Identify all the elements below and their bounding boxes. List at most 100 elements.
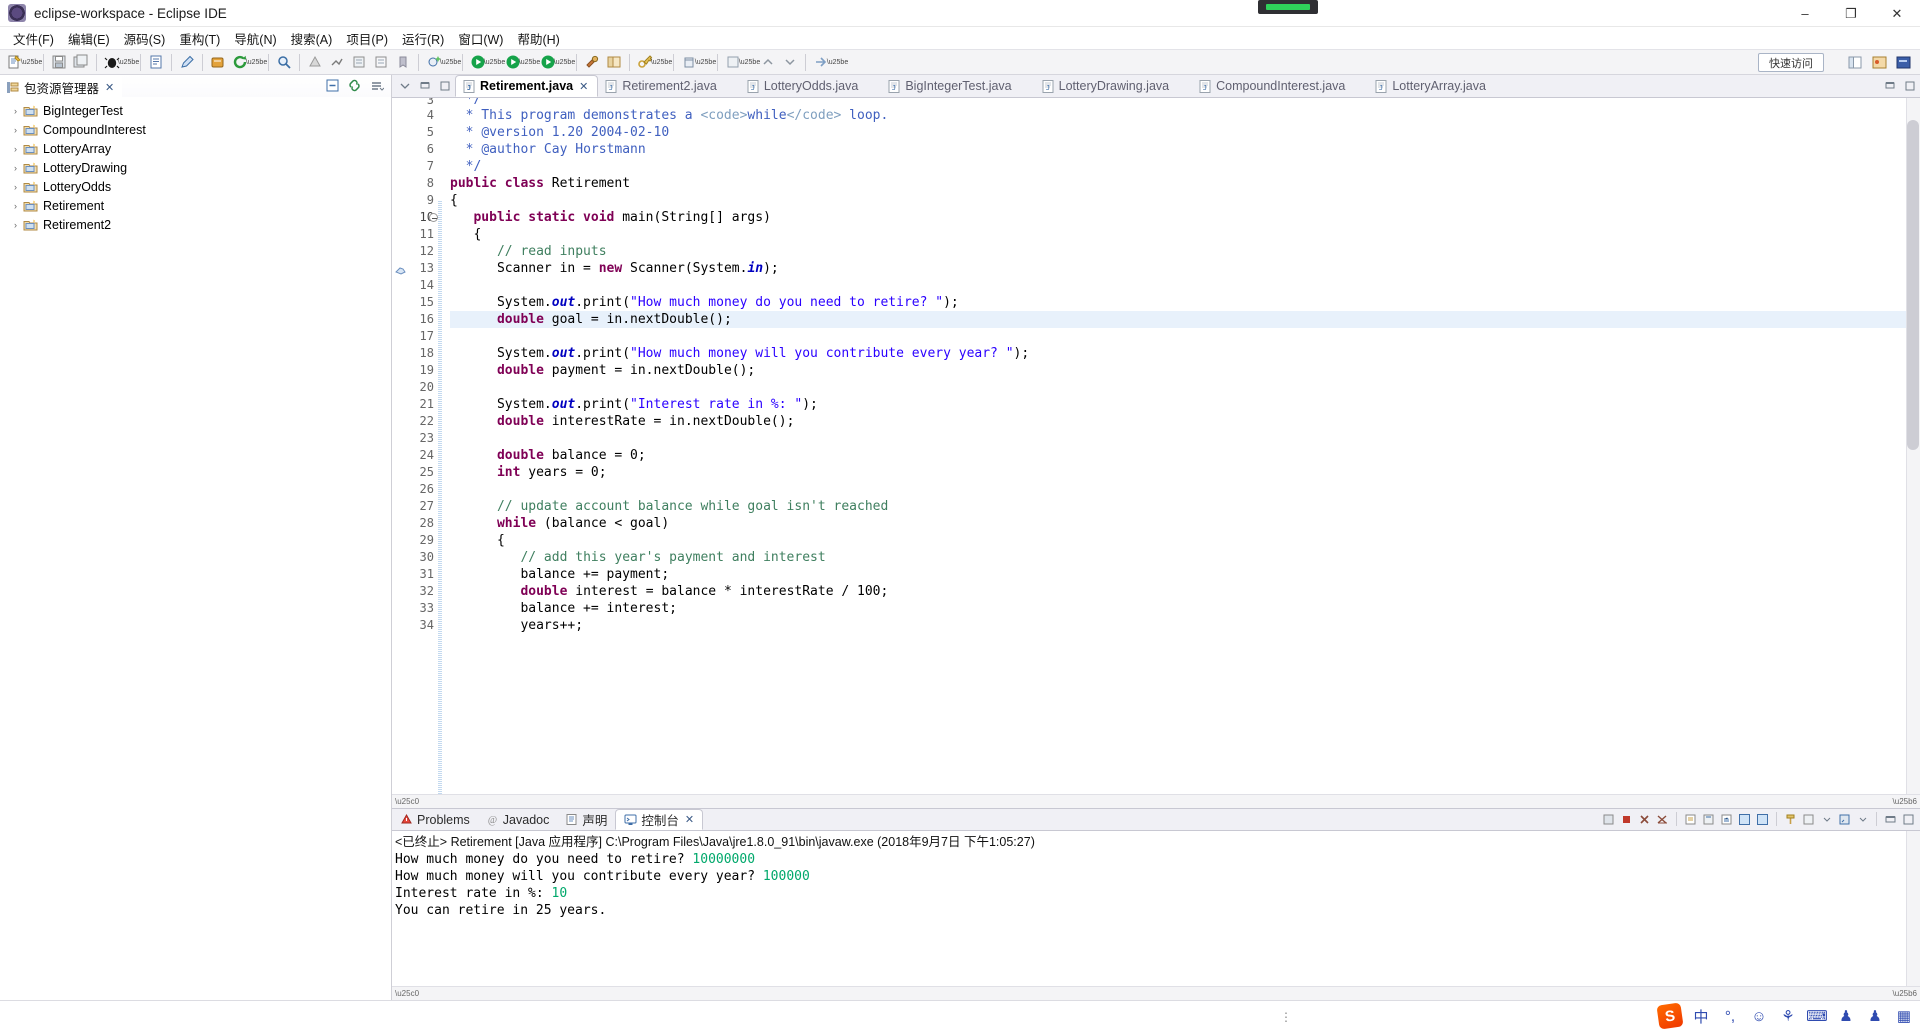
editor-tab-retirement[interactable]: J Retirement.java ✕ xyxy=(455,75,599,97)
sogou-ime-logo[interactable]: S xyxy=(1656,1002,1684,1030)
open-console-icon[interactable] xyxy=(1837,811,1852,827)
code-line[interactable]: years++; xyxy=(450,617,1920,634)
scroll-left-icon[interactable]: \u25c0 xyxy=(395,797,419,806)
key-dropdown-icon[interactable]: \u25be xyxy=(651,52,672,72)
bookmark-icon[interactable] xyxy=(393,52,413,72)
minimize-console-icon[interactable] xyxy=(1883,811,1898,827)
console-vertical-scrollbar[interactable] xyxy=(1906,831,1920,986)
code-line[interactable]: // add this year's payment and interest xyxy=(450,549,1920,566)
tree-item-compoundinterest[interactable]: › CompoundInterest xyxy=(0,120,391,139)
remove-all-launches-icon[interactable] xyxy=(1655,811,1670,827)
menu-help[interactable]: 帮助(H) xyxy=(510,27,566,50)
tree-item-retirement2[interactable]: › Retirement2 xyxy=(0,215,391,234)
remove-launch-icon[interactable] xyxy=(1637,811,1652,827)
run-history-dropdown-icon[interactable]: \u25be xyxy=(519,52,540,72)
next-annotation-icon[interactable] xyxy=(327,52,347,72)
ime-user[interactable]: ♟ xyxy=(1836,1005,1856,1027)
menu-source[interactable]: 源码(S) xyxy=(117,27,173,50)
close-button[interactable]: ✕ xyxy=(1874,0,1920,27)
menu-search[interactable]: 搜索(A) xyxy=(284,27,340,50)
ime-voice-input[interactable]: ⚘ xyxy=(1778,1005,1798,1027)
fold-collapse-icon[interactable] xyxy=(429,213,438,222)
close-icon[interactable]: ✕ xyxy=(105,81,114,94)
refresh-dropdown-icon[interactable]: \u25be xyxy=(246,52,267,72)
code-line[interactable]: Scanner in = new Scanner(System.in); xyxy=(450,260,1920,277)
console-dropdown-icon[interactable] xyxy=(1819,811,1834,827)
code-line[interactable]: while (balance < goal) xyxy=(450,515,1920,532)
ime-soft-keyboard[interactable]: ⌨ xyxy=(1806,1005,1828,1027)
open-perspective-button[interactable] xyxy=(1845,53,1866,72)
show-console-on-error-icon[interactable] xyxy=(1755,811,1770,827)
console-tab-close-icon[interactable]: ✕ xyxy=(685,813,694,826)
code-line[interactable]: public static void main(String[] args) xyxy=(450,209,1920,226)
expand-arrow-icon[interactable]: › xyxy=(8,144,23,154)
save-icon[interactable] xyxy=(49,52,69,72)
code-line[interactable]: double balance = 0; xyxy=(450,447,1920,464)
previous-annotation-icon[interactable] xyxy=(758,52,778,72)
expand-arrow-icon[interactable]: › xyxy=(8,182,23,192)
marker-icon[interactable] xyxy=(395,263,406,275)
menu-refactor[interactable]: 重构(T) xyxy=(172,27,227,50)
view-menu-icon[interactable] xyxy=(368,77,385,94)
editor-tab-lotteryodds[interactable]: J LotteryOdds.java xyxy=(739,75,882,97)
search-declarations-dropdown-icon[interactable]: \u25be xyxy=(739,52,760,72)
code-line[interactable]: balance += payment; xyxy=(450,566,1920,583)
view-menu-chevron-icon[interactable] xyxy=(398,79,411,92)
minimize-view-icon[interactable] xyxy=(418,79,431,92)
editor-tab-bigintegertest[interactable]: J BigIntegerTest.java xyxy=(881,75,1035,97)
code-line[interactable] xyxy=(450,481,1920,498)
console-tab-javadoc[interactable]: @ Javadoc xyxy=(478,809,558,830)
console-tab-console[interactable]: 控制台 ✕ xyxy=(615,809,704,830)
status-resize-handle[interactable]: ⋮ xyxy=(1280,1010,1293,1024)
java-source-editor[interactable]: 3 4 5 6 7 8 9 10 11 12 13 14 15 16 17 18 19 20 21 22 23 24 25 2… xyxy=(392,98,1920,808)
maximize-editor-icon[interactable] xyxy=(1903,79,1916,92)
code-line[interactable]: */ xyxy=(450,158,1920,175)
console-pin-icon[interactable] xyxy=(1601,811,1616,827)
expand-arrow-icon[interactable]: › xyxy=(8,106,23,116)
ime-punctuation[interactable]: °, xyxy=(1720,1005,1740,1027)
tree-item-bigintegertest[interactable]: › BigIntegerTest xyxy=(0,101,391,120)
code-line[interactable]: double interestRate = in.nextDouble(); xyxy=(450,413,1920,430)
code-line[interactable]: { xyxy=(450,226,1920,243)
expand-arrow-icon[interactable]: › xyxy=(8,201,23,211)
menu-file[interactable]: 文件(F) xyxy=(6,27,61,50)
run-last-tool-icon[interactable] xyxy=(208,52,228,72)
new-wizard-dropdown-icon[interactable]: \u25be xyxy=(21,52,42,72)
maximize-view-icon[interactable] xyxy=(438,79,451,92)
source-code-text[interactable]: */ * This program demonstrates a <code>w… xyxy=(450,98,1920,808)
perspective-debug-button[interactable] xyxy=(1893,53,1914,72)
annotation-ruler[interactable] xyxy=(392,98,408,808)
previous-edit-icon[interactable] xyxy=(349,52,369,72)
tree-item-retirement[interactable]: › Retirement xyxy=(0,196,391,215)
next-edit-icon[interactable] xyxy=(371,52,391,72)
editor-vertical-scrollbar[interactable] xyxy=(1906,98,1920,794)
tree-item-lotteryarray[interactable]: › LotteryArray xyxy=(0,139,391,158)
code-line[interactable]: * This program demonstrates a <code>whil… xyxy=(450,107,1920,124)
menu-edit[interactable]: 编辑(E) xyxy=(61,27,117,50)
ime-chinese-mode[interactable]: 中 xyxy=(1691,1005,1711,1027)
tree-item-lotterydrawing[interactable]: › LotteryDrawing xyxy=(0,158,391,177)
ime-skin[interactable]: ♟ xyxy=(1865,1005,1885,1027)
ime-toolbox[interactable]: ▦ xyxy=(1894,1005,1914,1027)
code-line[interactable]: public class Retirement xyxy=(450,175,1920,192)
perspective-java-button[interactable] xyxy=(1869,53,1890,72)
word-wrap-icon[interactable] xyxy=(1719,811,1734,827)
new-java-dropdown-icon[interactable]: \u25be xyxy=(440,52,461,72)
open-type-icon[interactable] xyxy=(146,52,166,72)
tree-item-lotteryodds[interactable]: › LotteryOdds xyxy=(0,177,391,196)
menu-navigate[interactable]: 导航(N) xyxy=(227,27,283,50)
open-perspective-small-icon[interactable] xyxy=(604,52,624,72)
code-line[interactable]: double payment = in.nextDouble(); xyxy=(450,362,1920,379)
code-line[interactable]: double goal = in.nextDouble(); xyxy=(450,311,1920,328)
jar-dropdown-icon[interactable]: \u25be xyxy=(695,52,716,72)
expand-arrow-icon[interactable]: › xyxy=(8,163,23,173)
editor-vertical-scroll-thumb[interactable] xyxy=(1907,120,1919,450)
code-line[interactable]: System.out.print("How much money do you … xyxy=(450,294,1920,311)
run-dropdown-icon[interactable]: \u25be xyxy=(484,52,505,72)
next-annotation2-icon[interactable] xyxy=(780,52,800,72)
expand-arrow-icon[interactable]: › xyxy=(8,125,23,135)
maximize-console-icon[interactable] xyxy=(1901,811,1916,827)
link-with-editor-icon[interactable] xyxy=(346,77,363,94)
console-output[interactable]: <已终止> Retirement [Java 应用程序] C:\Program … xyxy=(392,831,1920,986)
tab-package-explorer[interactable]: 包资源管理器 ✕ xyxy=(0,75,123,97)
